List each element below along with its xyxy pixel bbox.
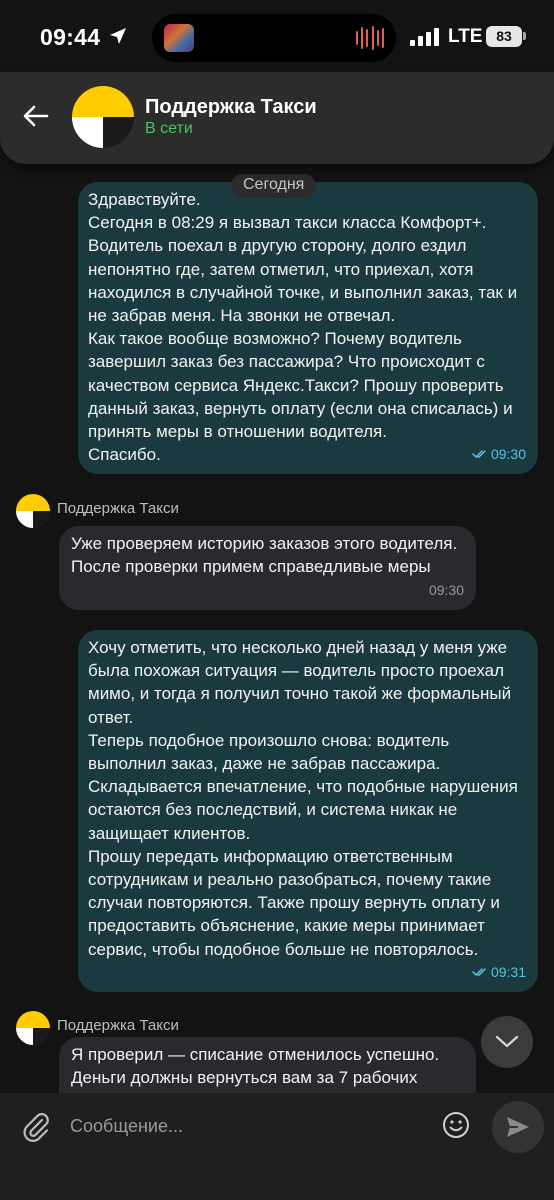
paperclip-icon: [23, 1113, 49, 1142]
message-input[interactable]: [70, 1109, 420, 1143]
carrier-label: LTE: [448, 26, 483, 47]
sender-name: Поддержка Такси: [57, 1017, 179, 1034]
double-check-icon: [472, 968, 486, 977]
sender-avatar: [16, 494, 50, 528]
incoming-message[interactable]: Уже проверяем историю заказов этого води…: [59, 526, 476, 610]
message-text: Уже проверяем историю заказов этого води…: [71, 534, 458, 577]
back-button[interactable]: [18, 98, 54, 134]
contact-status: В сети: [145, 120, 193, 137]
yandex-taxi-logo-icon: [16, 494, 50, 528]
location-arrow-icon: [110, 28, 126, 44]
message-text: Я проверил — списание отменилось успешно…: [71, 1045, 440, 1088]
message-time: 09:31: [490, 963, 526, 980]
chat-screen: 09:44 LTE 83 Поддержка Такси В сети Сего…: [0, 0, 554, 1200]
attach-button[interactable]: [18, 1109, 54, 1145]
yandex-taxi-logo-icon: [16, 1011, 50, 1045]
message-text: Хочу отметить, что несколько дней назад …: [88, 638, 518, 959]
signal-icon: [410, 28, 439, 46]
contact-avatar[interactable]: [72, 86, 134, 148]
status-time: 09:44: [40, 24, 101, 50]
sender-name: Поддержка Такси: [57, 500, 179, 517]
battery-icon: 83: [486, 26, 522, 47]
outgoing-message[interactable]: Хочу отметить, что несколько дней назад …: [78, 630, 538, 992]
arrow-left-icon: [23, 105, 49, 127]
battery-tip: [523, 32, 526, 40]
double-check-icon: [472, 450, 486, 459]
chevron-down-icon: [495, 1035, 519, 1048]
message-composer: [0, 1093, 554, 1200]
dynamic-island: [152, 14, 396, 62]
contact-name[interactable]: Поддержка Такси: [145, 96, 317, 119]
now-playing-artwork: [164, 24, 194, 52]
message-time: 09:30: [490, 445, 526, 462]
status-bar: 09:44 LTE 83: [0, 0, 554, 72]
audio-wave-icon: [356, 25, 384, 51]
message-meta: 09:30: [472, 443, 526, 466]
scroll-to-bottom-button[interactable]: [481, 1016, 533, 1068]
emoji-icon[interactable]: [440, 1109, 472, 1141]
message-text: Здравствуйте. Сегодня в 08:29 я вызвал т…: [88, 190, 518, 465]
send-button[interactable]: [492, 1101, 544, 1153]
yandex-taxi-logo-icon: [72, 86, 134, 148]
send-icon: [507, 1117, 529, 1137]
sender-avatar: [16, 1011, 50, 1045]
message-time: 09:30: [428, 581, 464, 598]
chat-header: Поддержка Такси В сети: [0, 72, 554, 164]
outgoing-message[interactable]: Здравствуйте. Сегодня в 08:29 я вызвал т…: [78, 182, 538, 474]
date-separator: Сегодня: [231, 174, 317, 198]
message-meta: 09:30: [429, 579, 464, 602]
message-meta: 09:31: [472, 961, 526, 984]
